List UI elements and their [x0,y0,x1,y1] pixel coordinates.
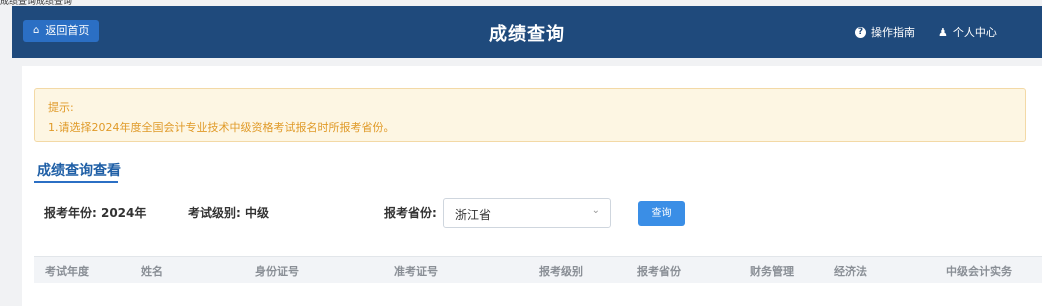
col-economic-law: 经济法 [834,265,867,278]
content-panel: 提示: 1.请选择2024年度全国会计专业技术中级资格考试报名时所报考省份。 成… [22,66,1042,306]
col-financial-management: 财务管理 [750,265,794,278]
col-province: 报考省份 [637,265,681,278]
province-select[interactable]: 浙江省 ⌄ [443,198,611,228]
top-header: ⌂ 返回首页 成绩查询 ? 操作指南 ♟ 个人中心 [12,6,1042,58]
col-id-number: 身份证号 [255,265,299,278]
exam-level-field: 考试级别: 中级 [188,206,269,220]
col-admission-number: 准考证号 [394,265,438,278]
col-name: 姓名 [141,265,163,278]
tip-title: 提示: [48,101,74,114]
profile-label: 个人中心 [952,26,997,39]
tab-active-indicator [34,181,118,183]
tab-score-query[interactable]: 成绩查询查看 [37,160,121,180]
profile-link[interactable]: ♟ 个人中心 [938,24,997,40]
tip-line-1: 1.请选择2024年度全国会计专业技术中级资格考试报名时所报考省份。 [48,121,395,134]
col-exam-year: 考试年度 [45,265,89,278]
table-header: 考试年度 姓名 身份证号 准考证号 报考级别 报考省份 财务管理 经济法 中级会… [34,256,1042,283]
user-icon: ♟ [938,25,948,39]
province-value: 浙江省 [455,208,492,222]
province-label: 报考省份: [384,206,437,220]
tip-box: 提示: 1.请选择2024年度全国会计专业技术中级资格考试报名时所报考省份。 [34,88,1026,142]
guide-label: 操作指南 [871,26,915,39]
query-button[interactable]: 查询 [638,201,685,226]
col-intermediate-accounting: 中级会计实务 [946,265,1012,278]
chevron-down-icon: ⌄ [591,205,600,216]
col-exam-level: 报考级别 [539,265,583,278]
guide-link[interactable]: ? 操作指南 [855,24,915,40]
help-icon: ? [855,26,866,38]
exam-year-field: 报考年份: 2024年 [44,206,147,220]
